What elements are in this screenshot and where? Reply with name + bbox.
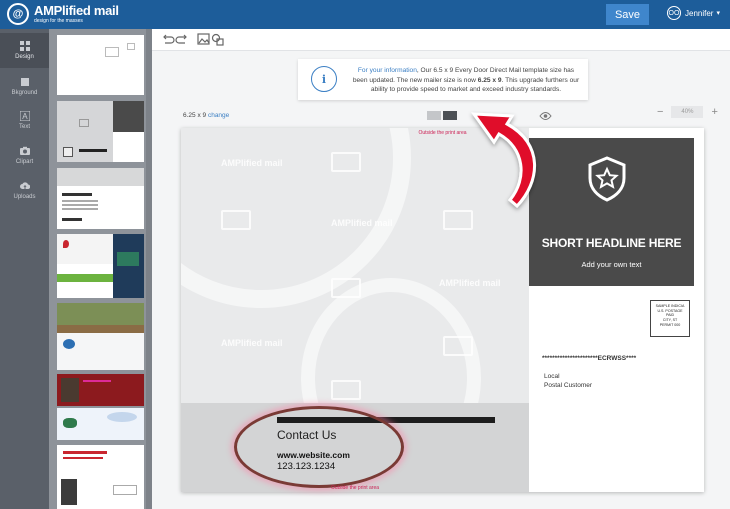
template-thumbnail[interactable] [57, 408, 144, 440]
rail-label: Uploads [13, 194, 36, 200]
rail-item-clipart[interactable]: Clipart [0, 138, 49, 173]
annotation-arrow-icon [470, 112, 537, 209]
image-placeholder-icon [331, 380, 361, 400]
template-thumbnail[interactable] [57, 101, 144, 162]
editor-app: @ AMPlified mail design for the masses S… [0, 0, 730, 509]
watermark: AMPlified mail [221, 338, 283, 348]
undo-icon[interactable] [161, 33, 175, 46]
logo-badge-icon: @ [7, 3, 29, 25]
zoom-out-button[interactable]: − [657, 106, 663, 118]
info-icon: i [311, 66, 337, 92]
logo-name: AMPlified mail [34, 3, 119, 18]
camera-icon [19, 146, 30, 155]
template-thumbnail[interactable] [57, 303, 144, 370]
image-placeholder-icon [443, 336, 473, 356]
rail-item-background[interactable]: Bkground [0, 69, 49, 104]
logo-tagline: design for the masses [34, 18, 83, 24]
grid-icon [19, 41, 30, 51]
side-view-toggle [427, 111, 457, 120]
zoom-in-button[interactable]: + [711, 106, 717, 118]
ecrwss-line: **********************ECRWSS**** [542, 355, 637, 362]
watermark: AMPlified mail [221, 158, 283, 168]
rail-label: Bkground [11, 90, 38, 96]
text-icon: A [19, 111, 30, 121]
redo-icon[interactable] [175, 33, 189, 46]
square-icon [20, 78, 29, 86]
annotation-ellipse [234, 406, 404, 488]
front-view-button[interactable] [427, 111, 441, 120]
zoom-control: − 40% + [657, 106, 718, 118]
notice-text: For your information, Our 6.5 x 9 Every … [352, 67, 580, 94]
user-menu[interactable]: OO Jennifer ▾ [667, 6, 720, 20]
app-logo[interactable]: @ AMPlified mail design for the masses [7, 3, 119, 25]
address-block: Local Postal Customer [544, 373, 593, 390]
canvas-toolbar [152, 29, 730, 51]
watermark: AMPlified mail [439, 278, 501, 288]
shapes-icon[interactable] [211, 33, 225, 46]
chevron-down-icon: ▾ [716, 10, 720, 17]
svg-text:A: A [22, 112, 28, 121]
info-notice: i For your information, Our 6.5 x 9 Ever… [298, 59, 588, 100]
rail-item-uploads[interactable]: Uploads [0, 173, 49, 208]
rail-label: Clipart [15, 159, 34, 165]
upload-cloud-icon [19, 182, 30, 189]
tool-rail: Design Bkground A Text Clipart Uploads [0, 29, 49, 509]
print-area-note-bottom: Outside the print area [330, 485, 380, 491]
zoom-level[interactable]: 40% [671, 106, 704, 118]
image-placeholder-icon [331, 152, 361, 172]
mailer-size: 6.25 x 9 change [183, 112, 230, 119]
shield-star-icon [588, 156, 626, 202]
save-button[interactable]: Save [606, 4, 649, 25]
watermark: AMPlified mail [331, 218, 393, 228]
rail-label: Design [15, 54, 34, 60]
rail-item-text[interactable]: A Text [0, 103, 49, 138]
postcard-subline[interactable]: Add your own text [529, 260, 694, 269]
image-placeholder-icon [221, 210, 251, 230]
template-thumbnail[interactable] [57, 35, 144, 95]
user-name: Jennifer [685, 8, 714, 18]
template-thumbnail[interactable] [57, 168, 144, 229]
template-thumbnail[interactable] [57, 374, 144, 406]
rail-item-design[interactable]: Design [0, 33, 49, 68]
change-size-link[interactable]: change [208, 112, 229, 119]
template-thumbnail[interactable] [57, 445, 144, 509]
template-thumbnail[interactable] [57, 234, 144, 298]
image-placeholder-icon [331, 278, 361, 298]
image-icon[interactable] [197, 33, 211, 46]
rail-label: Text [18, 124, 30, 130]
postage-indicia: SAMPLE INDICIA U.S. POSTAGE PAID CITY, S… [650, 300, 690, 337]
template-thumbnails [49, 29, 152, 509]
back-view-button[interactable] [443, 111, 457, 120]
top-bar: @ AMPlified mail design for the masses S… [0, 0, 730, 29]
avatar: OO [667, 6, 681, 20]
postcard-headline[interactable]: SHORT HEADLINE HERE [529, 236, 694, 250]
